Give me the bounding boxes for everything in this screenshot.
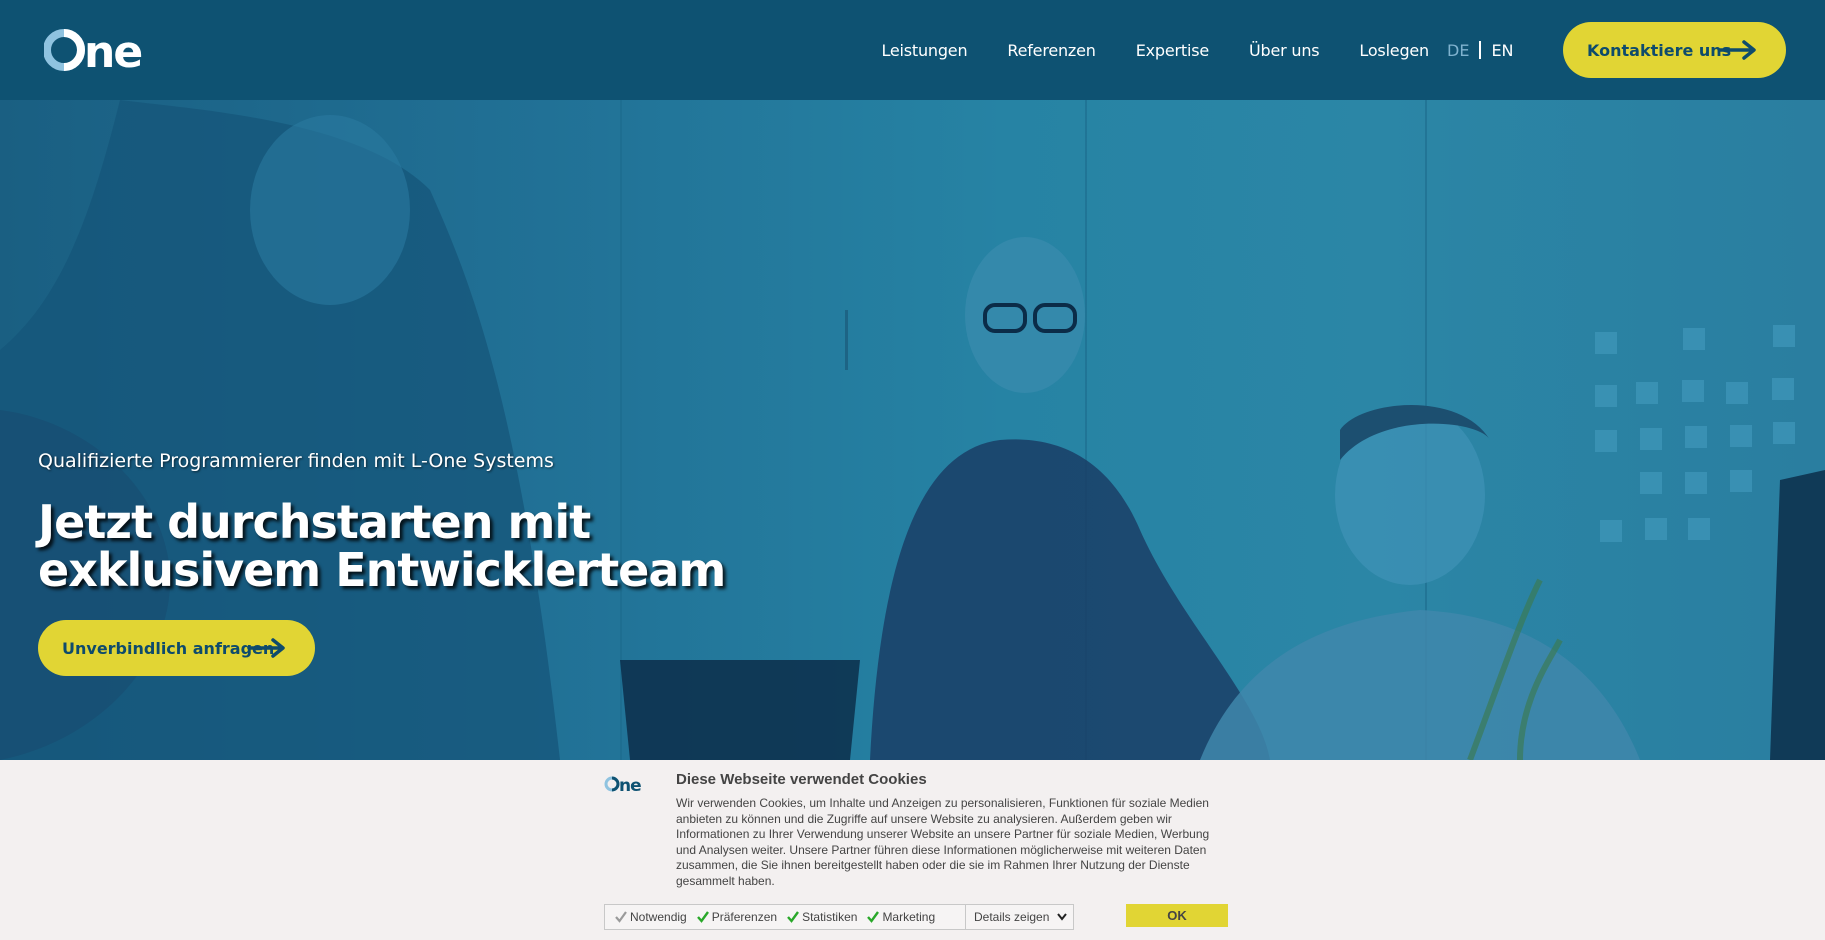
checkmark-icon: [615, 911, 627, 923]
main-nav: Leistungen Referenzen Expertise Über uns…: [881, 0, 1429, 100]
arrow-right-icon: [247, 638, 285, 658]
hero-subtitle: Qualifizierte Programmierer finden mit L…: [38, 450, 554, 472]
contact-button[interactable]: Kontaktiere uns: [1563, 22, 1786, 78]
consent-necessary-label: Notwendig: [630, 910, 687, 924]
request-button-label: Unverbindlich anfragen: [62, 638, 275, 658]
nav-leistungen[interactable]: Leistungen: [881, 41, 967, 60]
one-logo: ne: [604, 776, 642, 795]
cookie-description: Wir verwenden Cookies, um Inhalte und An…: [676, 796, 1210, 888]
language-switcher: DE EN: [1447, 0, 1514, 100]
consent-preferences[interactable]: Präferenzen: [696, 910, 778, 924]
checkmark-icon: [867, 911, 880, 923]
request-button[interactable]: Unverbindlich anfragen: [38, 620, 315, 676]
hero-section: Qualifizierte Programmierer finden mit L…: [0, 100, 1825, 760]
consent-statistics-label: Statistiken: [802, 910, 858, 924]
consent-marketing-label: Marketing: [882, 910, 936, 924]
checkmark-icon: [696, 911, 709, 923]
one-logo[interactable]: ne: [44, 18, 164, 78]
lang-divider: [1479, 41, 1482, 59]
consent-preferences-label: Präferenzen: [711, 910, 778, 924]
cookie-consent-options: Notwendig Präferenzen Statistiken Market…: [604, 904, 1074, 930]
cookie-title: Diese Webseite verwendet Cookies: [676, 771, 927, 788]
lang-de-link[interactable]: DE: [1447, 41, 1469, 60]
hero-title-line-1: Jetzt durchstarten mit: [38, 495, 591, 549]
hero-title-line-2: exklusivem Entwicklerteam: [38, 543, 726, 597]
svg-text:ne: ne: [619, 776, 641, 795]
nav-expertise[interactable]: Expertise: [1136, 41, 1209, 60]
consent-statistics[interactable]: Statistiken: [787, 910, 857, 924]
checkmark-icon: [787, 911, 800, 923]
consent-marketing[interactable]: Marketing: [867, 910, 935, 924]
details-dropdown-label: Details zeigen: [974, 910, 1050, 924]
nav-ueber-uns[interactable]: Über uns: [1249, 41, 1320, 60]
cookie-ok-button[interactable]: OK: [1126, 904, 1228, 927]
chevron-down-icon: [1057, 913, 1067, 921]
site-header: ne Leistungen Referenzen Expertise Über …: [0, 0, 1825, 100]
nav-referenzen[interactable]: Referenzen: [1007, 41, 1096, 60]
svg-text:ne: ne: [84, 27, 141, 78]
details-dropdown[interactable]: Details zeigen: [965, 905, 1073, 929]
arrow-right-icon: [1718, 40, 1756, 60]
cookie-banner: ne Diese Webseite verwendet Cookies Wir …: [0, 760, 1825, 940]
consent-necessary: Notwendig: [615, 910, 687, 924]
nav-loslegen[interactable]: Loslegen: [1359, 41, 1429, 60]
contact-button-label: Kontaktiere uns: [1587, 40, 1732, 60]
lang-en-link[interactable]: EN: [1491, 41, 1513, 60]
hero-title: Jetzt durchstarten mit exklusivem Entwic…: [38, 498, 738, 594]
